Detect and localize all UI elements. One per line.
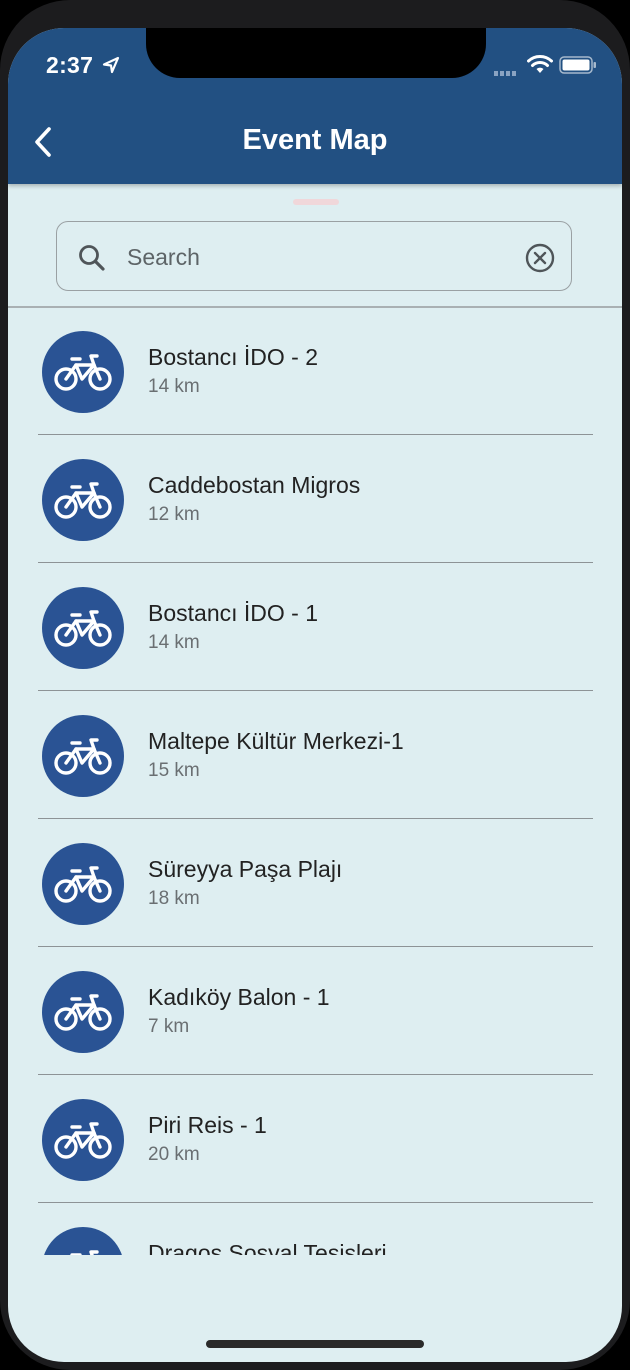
station-name: Caddebostan Migros [148,472,361,498]
list-item[interactable]: Piri Reis - 1 20 km [8,1075,622,1203]
station-avatar [42,843,124,925]
station-avatar [42,1227,124,1255]
station-distance: 14 km [148,376,200,397]
list-item[interactable]: Dragos Sosyal Tesisleri [8,1203,622,1255]
bicycle-icon [54,738,112,775]
clear-circle-icon[interactable] [524,242,556,274]
phone-frame: 2:37 Event Map Search Bostancı İDO - 2 1… [0,0,630,1370]
station-avatar [42,459,124,541]
battery-icon [559,56,596,74]
bicycle-icon [70,1250,99,1255]
search-box[interactable] [56,221,572,291]
station-name: Bostancı İDO - 1 [148,600,319,626]
home-indicator [206,1340,424,1348]
station-distance: 18 km [148,888,200,909]
screen: 2:37 Event Map Search Bostancı İDO - 2 1… [8,28,622,1362]
station-avatar [42,1099,124,1181]
station-list[interactable]: Bostancı İDO - 2 14 km Caddebostan Migro… [8,307,622,1255]
station-distance: 15 km [148,760,200,781]
station-avatar [42,587,124,669]
station-avatar [42,715,124,797]
cellular-signal-icon [494,71,516,76]
bicycle-icon [54,482,112,519]
station-distance: 14 km [148,632,200,653]
location-arrow-icon [102,56,120,74]
list-item[interactable]: Süreyya Paşa Plajı 18 km [8,819,622,947]
station-name: Dragos Sosyal Tesisleri [148,1240,387,1255]
station-name: Piri Reis - 1 [148,1112,267,1138]
sheet-drag-handle[interactable] [293,199,339,205]
notch [146,28,486,78]
app-header: 2:37 Event Map [8,28,622,184]
bicycle-icon [54,1122,112,1159]
station-distance: 20 km [148,1144,200,1165]
wifi-icon [527,55,553,73]
search-input[interactable] [125,236,509,278]
page-title: Event Map [242,124,388,156]
list-item[interactable]: Maltepe Kültür Merkezi-1 15 km [8,691,622,819]
search-icon [79,245,105,271]
station-name: Kadıköy Balon - 1 [148,984,330,1010]
station-name: Süreyya Paşa Plajı [148,856,343,882]
bicycle-icon [54,354,112,391]
station-name: Bostancı İDO - 2 [148,344,319,370]
station-distance: 12 km [148,504,200,525]
station-avatar [42,331,124,413]
list-item[interactable]: Bostancı İDO - 1 14 km [8,563,622,691]
list-item[interactable]: Bostancı İDO - 2 14 km [8,307,622,435]
station-distance: 7 km [148,1016,190,1037]
list-item[interactable]: Kadıköy Balon - 1 7 km [8,947,622,1075]
station-name: Maltepe Kültür Merkezi-1 [148,728,404,754]
status-time: 2:37 [46,52,94,78]
bicycle-icon [54,994,112,1031]
station-avatar [42,971,124,1053]
list-item[interactable]: Caddebostan Migros 12 km [8,435,622,563]
bicycle-icon [54,610,112,647]
bicycle-icon [54,866,112,903]
